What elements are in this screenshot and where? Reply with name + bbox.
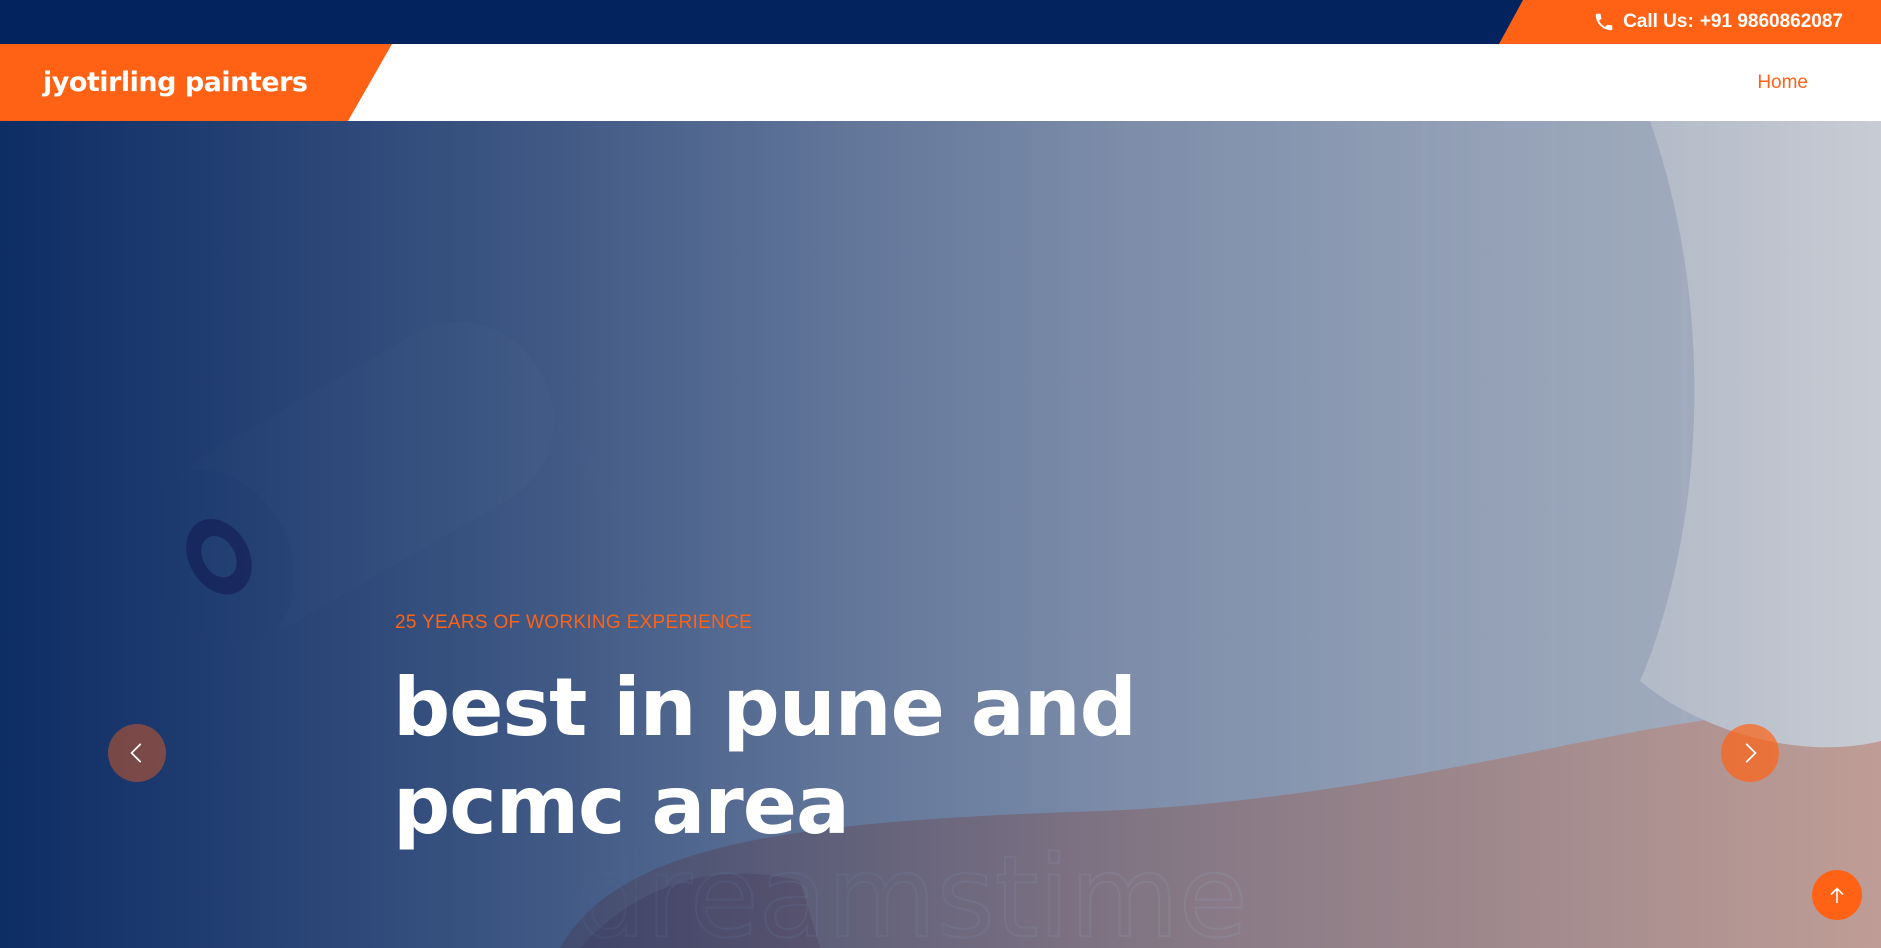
phone-number[interactable]: +91 9860862087 xyxy=(1700,11,1843,33)
carousel-next-button[interactable] xyxy=(1721,724,1779,782)
chevron-right-icon xyxy=(1745,743,1757,763)
nav-link-home[interactable]: Home xyxy=(1757,44,1808,121)
chevron-left-icon xyxy=(130,743,142,763)
arrow-up-icon xyxy=(1830,887,1844,904)
hero-subtitle: 25 YEARS OF WORKING EXPERIENCE xyxy=(395,612,753,633)
call-us-label: Call Us: xyxy=(1623,11,1694,32)
hero-carousel: dreamstime 25 YEARS OF WORKING EXPERIENC… xyxy=(0,121,1881,948)
carousel-prev-button[interactable] xyxy=(108,724,166,782)
hero-title: best in pune and pcmc area xyxy=(393,661,1137,852)
brand-logo[interactable]: jyotirling painters xyxy=(0,44,392,121)
back-to-top-button[interactable] xyxy=(1812,870,1862,920)
call-us-banner[interactable]: Call Us: +91 9860862087 xyxy=(1499,0,1881,44)
top-bar: Call Us: +91 9860862087 xyxy=(0,0,1881,44)
phone-icon xyxy=(1593,11,1615,33)
navbar: jyotirling painters Home xyxy=(0,44,1881,121)
